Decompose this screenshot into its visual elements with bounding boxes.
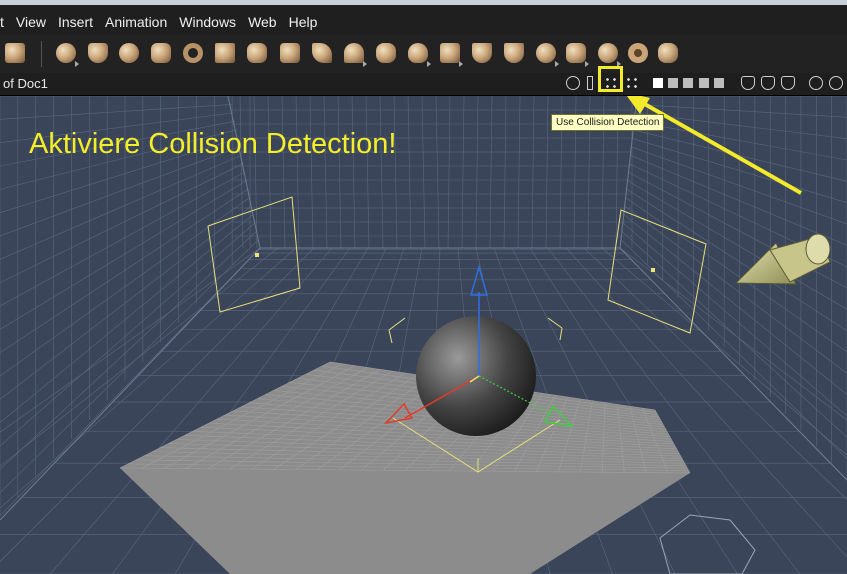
grid-line (365, 96, 370, 249)
document-title: of Doc1 (3, 76, 48, 91)
grid-line (0, 180, 247, 330)
annotation-arrow-line (633, 96, 802, 195)
flower-icon[interactable] (277, 40, 303, 66)
gem-icon[interactable] (244, 40, 270, 66)
grid-line (0, 104, 232, 120)
torus-icon[interactable] (180, 40, 206, 66)
menu-item-web[interactable]: Web (242, 13, 283, 31)
drape-icon[interactable] (566, 76, 580, 90)
grid-line (545, 96, 549, 249)
right-light-point (651, 268, 655, 272)
layout-grid-icon[interactable] (714, 78, 724, 88)
terrain-icon[interactable] (309, 40, 335, 66)
grid-line (531, 96, 535, 249)
text-icon[interactable] (212, 40, 238, 66)
right-light-frame (607, 209, 707, 334)
menu-bar: t View Insert Animation Windows Web Help (0, 0, 847, 40)
render-shield-3-icon[interactable] (781, 76, 795, 90)
collision-tooltip: Use Collision Detection (551, 114, 665, 131)
bounding-box-icon[interactable] (587, 76, 593, 90)
fire-icon[interactable] (405, 40, 431, 67)
tree-icon[interactable] (341, 40, 367, 67)
magic-wand-icon[interactable] (533, 40, 559, 67)
menu-item-help[interactable]: Help (283, 13, 324, 31)
primitives-toolbar (0, 35, 847, 74)
render-shield-icon[interactable] (741, 76, 755, 90)
grid-line (337, 96, 342, 249)
light-icon[interactable] (595, 40, 621, 67)
grid-line (323, 96, 328, 249)
hexagon-outline (659, 514, 756, 574)
layout-four-icon[interactable] (699, 78, 709, 88)
grid-line (351, 96, 356, 249)
3d-viewport[interactable] (0, 96, 847, 574)
grass-icon[interactable] (469, 40, 495, 66)
bowl-icon[interactable] (501, 40, 527, 66)
grid-line (489, 96, 493, 249)
figure-icon[interactable] (148, 40, 174, 66)
menu-item-animation[interactable]: Animation (99, 13, 173, 31)
sphere-icon[interactable] (53, 40, 79, 67)
grid-line (393, 96, 398, 249)
instruction-text: Aktiviere Collision Detection! (29, 128, 397, 160)
globe-icon[interactable] (116, 40, 142, 66)
grid-line (625, 197, 847, 353)
grid-line (633, 121, 847, 161)
grid-line (435, 96, 440, 249)
cloth-collision-icon[interactable] (625, 76, 639, 90)
grid-line (627, 171, 847, 289)
prop-hand-icon[interactable] (2, 40, 28, 66)
grid-line (0, 188, 249, 353)
grid-line (503, 96, 507, 249)
grid-line (267, 96, 272, 249)
y-axis-arrow[interactable] (470, 264, 488, 296)
grid-line (0, 154, 242, 260)
grid-line (447, 96, 451, 249)
grid-line (379, 96, 384, 249)
grid-line (295, 96, 300, 249)
rotate-view-icon[interactable] (829, 76, 843, 90)
sphere-object[interactable] (416, 316, 536, 436)
grid-line (0, 205, 252, 400)
grid-line (517, 96, 521, 249)
left-light-point (255, 253, 259, 257)
goblet-icon[interactable] (85, 40, 111, 66)
toolbar-separator (41, 41, 42, 67)
grid-line (629, 154, 847, 246)
bone-icon[interactable] (655, 40, 681, 66)
grid-line (407, 96, 412, 249)
navigate-up-icon[interactable] (809, 76, 823, 90)
menu-item-windows[interactable]: Windows (173, 13, 242, 31)
target-icon[interactable] (625, 40, 651, 66)
layout-two-icon[interactable] (668, 78, 678, 88)
grid-line (475, 96, 479, 249)
grid-line (309, 96, 314, 249)
menu-item-edit[interactable]: t (0, 13, 10, 31)
grid-line (461, 96, 465, 249)
document-bar: of Doc1 (0, 73, 847, 96)
render-shield-2-icon[interactable] (761, 76, 775, 90)
menu-items: t View Insert Animation Windows Web Help (0, 13, 323, 31)
building-icon[interactable] (437, 40, 463, 67)
grid-line (281, 96, 286, 249)
menu-item-view[interactable]: View (10, 13, 52, 31)
spotlight-object[interactable] (734, 233, 831, 285)
layout-three-icon[interactable] (683, 78, 693, 88)
collision-highlight-box (598, 66, 623, 92)
grid-line (0, 222, 256, 447)
camera-icon[interactable] (563, 40, 589, 67)
menu-item-insert[interactable]: Insert (52, 13, 99, 31)
grid-line (421, 96, 426, 249)
cloud-icon[interactable] (373, 40, 399, 66)
grid-line (0, 213, 254, 423)
layout-single-icon[interactable] (653, 78, 663, 88)
